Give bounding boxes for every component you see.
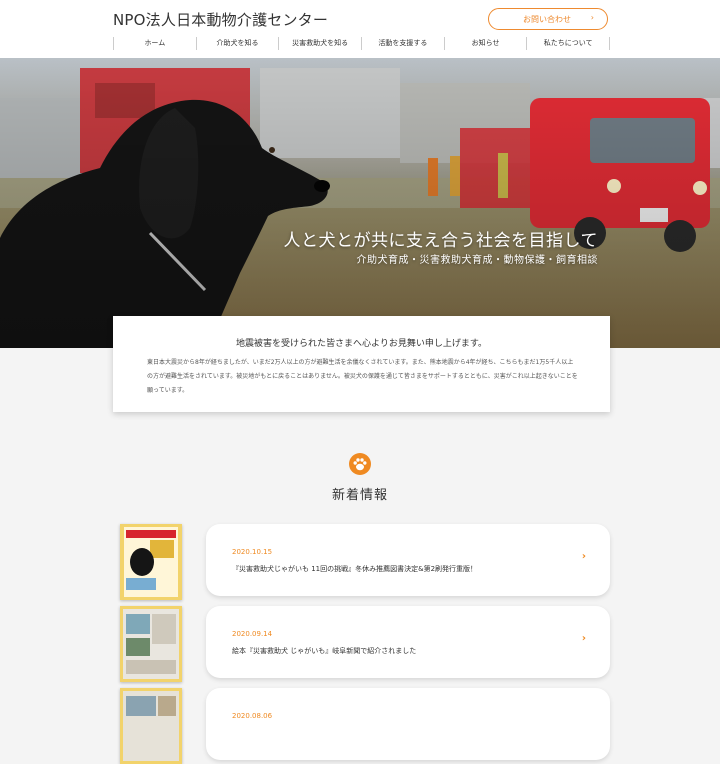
nav-item-home[interactable]: ホーム bbox=[113, 37, 196, 50]
news-item[interactable]: 2020.08.06 bbox=[206, 688, 610, 760]
news-date: 2020.08.06 bbox=[232, 712, 273, 720]
news-title: 絵本『災害救助犬 じゃがいも』岐阜新聞で紹介されました bbox=[232, 647, 417, 655]
nav-item-assistance-dogs[interactable]: 介助犬を知る bbox=[195, 37, 279, 50]
nav-item-rescue-dogs[interactable]: 災害救助犬を知る bbox=[278, 37, 361, 50]
site-header: NPO法人日本動物介護センター お問い合わせ › ホーム 介助犬を知る 災害救助… bbox=[0, 0, 720, 58]
hero-photo bbox=[0, 58, 720, 348]
paw-icon bbox=[349, 453, 371, 475]
contact-button-label: お問い合わせ bbox=[523, 15, 571, 24]
news-date: 2020.10.15 bbox=[232, 548, 273, 556]
site-logo[interactable]: NPO法人日本動物介護センター bbox=[113, 9, 328, 30]
notice-card: 地震被害を受けられた皆さまへ心よりお見舞い申し上げます。 東日本大震災から8年が… bbox=[113, 316, 610, 412]
global-nav: ホーム 介助犬を知る 災害救助犬を知る 活動を支援する お知らせ 私たちについて bbox=[113, 37, 611, 50]
news-heading: 新着情報 bbox=[331, 488, 388, 503]
contact-button[interactable]: お問い合わせ › bbox=[488, 8, 608, 30]
news-thumbnail[interactable] bbox=[120, 688, 182, 764]
news-date: 2020.09.14 bbox=[232, 630, 273, 638]
chevron-right-icon: › bbox=[581, 633, 586, 644]
chevron-right-icon: › bbox=[590, 13, 594, 22]
notice-title: 地震被害を受けられた皆さまへ心よりお見舞い申し上げます。 bbox=[236, 339, 487, 349]
news-item[interactable]: 2020.09.14 絵本『災害救助犬 じゃがいも』岐阜新聞で紹介されました › bbox=[206, 606, 610, 678]
notice-body: 東日本大震災から8年が経ちましたが、いまだ2万人以上の方が避難生活を余儀なくされ… bbox=[147, 359, 578, 394]
nav-item-about[interactable]: 私たちについて bbox=[526, 37, 611, 50]
chevron-right-icon: › bbox=[581, 551, 586, 562]
news-thumbnail[interactable] bbox=[120, 606, 182, 682]
hero-subtitle: 介助犬育成・災害救助犬育成・動物保護・飼育相談 bbox=[356, 255, 598, 266]
news-title: 『災害救助犬じゃがいも 11回の挑戦』冬休み推薦図書決定&第2刷発行重版！ bbox=[232, 565, 478, 573]
nav-item-news[interactable]: お知らせ bbox=[443, 37, 527, 50]
hero-banner: 人と犬とが共に支え合う社会を目指して 介助犬育成・災害救助犬育成・動物保護・飼育… bbox=[0, 58, 720, 348]
nav-item-support[interactable]: 活動を支援する bbox=[361, 37, 444, 50]
hero-title: 人と犬とが共に支え合う社会を目指して bbox=[283, 231, 598, 251]
news-item[interactable]: 2020.10.15 『災害救助犬じゃがいも 11回の挑戦』冬休み推薦図書決定&… bbox=[206, 524, 610, 596]
news-thumbnail[interactable] bbox=[120, 524, 182, 600]
